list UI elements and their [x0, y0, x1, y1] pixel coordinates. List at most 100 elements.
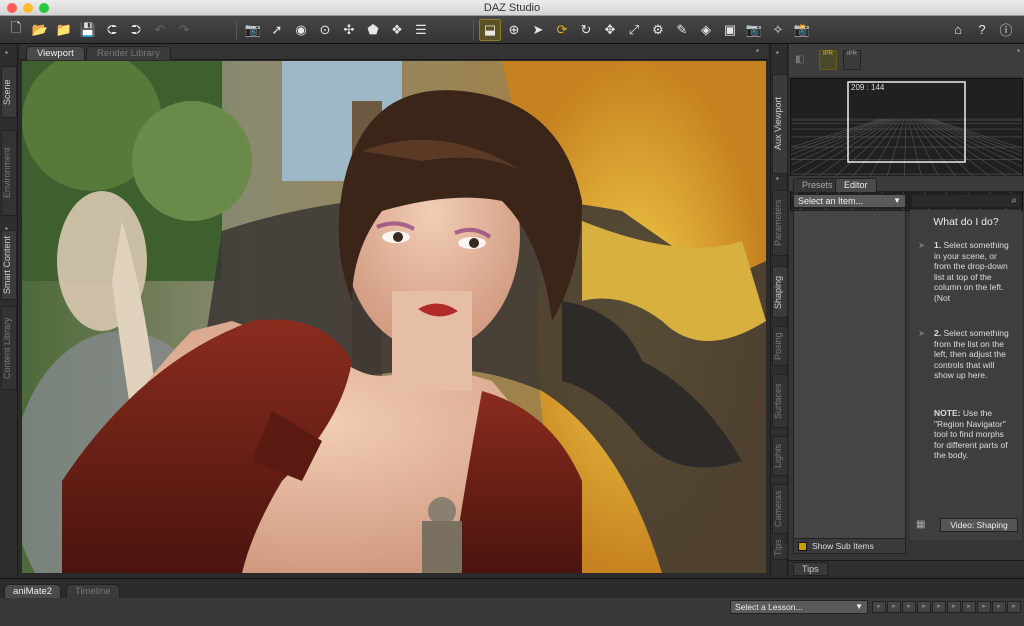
pane-options-icon[interactable]: ▪ [756, 46, 759, 55]
tab-label: Lights [773, 443, 783, 469]
viewport-render[interactable] [22, 61, 766, 573]
whats-this-icon[interactable]: ? [971, 19, 993, 41]
save-icon[interactable]: 💾 [77, 19, 99, 41]
step-text: Select something in your scene, or from … [934, 240, 1009, 303]
merge-icon[interactable]: 📁 [53, 19, 75, 41]
tab-animate2[interactable]: aniMate2 [4, 584, 62, 598]
universal-tool-icon[interactable]: ⬓ [479, 18, 501, 41]
new-file-icon[interactable]: 🗋 [5, 19, 27, 41]
right-tab-tips[interactable]: Tips [772, 539, 788, 560]
pane-options-icon[interactable]: ▪ [5, 224, 8, 233]
step-number: 2. [934, 328, 942, 338]
toolbar-separator [473, 19, 474, 40]
right-tab-shaping[interactable]: Shaping [772, 266, 788, 318]
note-label: NOTE: [934, 408, 961, 418]
lesson-nav-button[interactable]: ▸ [917, 601, 931, 613]
tab-label: Tips [773, 539, 783, 556]
export-icon[interactable]: ⮊ [125, 19, 147, 41]
select-item-dropdown[interactable]: Select an Item... ▼ [793, 194, 906, 208]
scale-tool-icon[interactable]: ⤢ [623, 19, 645, 41]
new-spotlight-icon[interactable]: ◉ [290, 19, 312, 41]
lesson-nav-button[interactable]: ▸ [932, 601, 946, 613]
lesson-nav-button[interactable]: ▸ [992, 601, 1006, 613]
pane-options-icon[interactable]: ▪ [776, 174, 779, 183]
pane-options-icon[interactable]: ▪ [5, 48, 8, 57]
show-sub-items-checkbox[interactable]: Show Sub Items [793, 538, 906, 554]
undo-icon[interactable]: ↶ [149, 19, 171, 41]
right-tab-surfaces[interactable]: Surfaces [772, 374, 788, 428]
item-list[interactable] [793, 210, 906, 540]
translate-tool-icon[interactable]: ✥ [599, 19, 621, 41]
toolbar-separator [236, 19, 237, 40]
left-tab-smart-content[interactable]: Smart Content [1, 230, 17, 300]
left-tab-scene[interactable]: Scene [1, 66, 17, 118]
joint-editor-icon[interactable]: ⚙ [647, 19, 669, 41]
viewport-tabs: Viewport Render Library [20, 44, 768, 60]
camera-snapshot-icon[interactable]: 📷 [743, 19, 765, 41]
pointer-tool-icon[interactable]: ➤ [527, 19, 549, 41]
title-bar: DAZ Studio [0, 0, 1024, 16]
tips-tab[interactable]: Tips [793, 562, 828, 576]
right-tab-posing[interactable]: Posing [772, 326, 788, 366]
video-icon: ▦ [916, 519, 926, 530]
new-null-icon[interactable]: ✣ [338, 19, 360, 41]
rotate-tool-icon[interactable]: ↻ [575, 19, 597, 41]
ipr-toggle-1[interactable]: IPR [819, 50, 837, 70]
spot-render-icon[interactable]: ▣ [719, 19, 741, 41]
left-tab-content-library[interactable]: Content Library [1, 306, 17, 390]
open-icon[interactable]: 📂 [29, 19, 51, 41]
region-navigator-icon[interactable]: ✧ [767, 19, 789, 41]
pane-options-icon[interactable]: ▪ [776, 48, 779, 57]
right-panel-tabs: Aux Viewport Parameters Shaping Posing Surfa… [770, 44, 788, 576]
search-icon: ⌕ [1011, 195, 1017, 206]
right-tab-parameters[interactable]: Parameters [772, 190, 788, 256]
pane-options-icon[interactable]: ▪ [1017, 46, 1020, 55]
new-group-icon[interactable]: ❖ [386, 19, 408, 41]
new-camera-icon[interactable]: 📷 [242, 19, 264, 41]
left-panel-tabs: Scene Environment Smart Content Content Lib… [0, 44, 18, 576]
new-primitive-icon[interactable]: ⬟ [362, 19, 384, 41]
lesson-nav-button[interactable]: ▸ [962, 601, 976, 613]
surface-selection-icon[interactable]: ◈ [695, 19, 717, 41]
render-settings-icon[interactable]: ☰ [410, 19, 432, 41]
aux-camera-icon[interactable]: ◧ [795, 54, 804, 65]
arrow-icon: ➤ [918, 240, 926, 250]
help-icon[interactable]: ⓘ [995, 19, 1017, 41]
right-tab-aux-viewport[interactable]: Aux Viewport [772, 74, 788, 174]
redo-icon[interactable]: ↷ [173, 19, 195, 41]
lesson-nav-button[interactable]: ▸ [887, 601, 901, 613]
video-shaping-button[interactable]: Video: Shaping [940, 518, 1018, 532]
right-tab-cameras[interactable]: Cameras [772, 484, 788, 534]
active-pose-icon[interactable]: ⟳ [551, 19, 573, 41]
tab-label: Aux Viewport [773, 97, 783, 151]
tab-viewport[interactable]: Viewport [26, 46, 85, 60]
tab-render-library[interactable]: Render Library [86, 46, 171, 60]
lesson-dropdown[interactable]: Select a Lesson... ▼ [730, 600, 868, 614]
lesson-nav-button[interactable]: ▸ [977, 601, 991, 613]
lesson-nav-button[interactable]: ▸ [872, 601, 886, 613]
main-toolbar: 🗋 📂 📁 💾 ⮈ ⮊ ↶ ↷ 📷 ➚ ◉ ⊙ ✣ ⬟ ❖ ☰ ⬓ ⊕ ➤ ⟳ ↻ ✥ ⤢ ⚙ ✎ ◈ ▣ 📷 ✧ 📸 ⌂? ⓘ [0, 16, 1024, 44]
right-tab-lights[interactable]: Lights [772, 436, 788, 476]
tab-label: Posing [773, 332, 783, 360]
render-icon[interactable]: 📸 [791, 19, 813, 41]
home-icon[interactable]: ⌂ [947, 19, 969, 41]
tab-label: Parameters [773, 199, 783, 247]
lesson-nav-button[interactable]: ▸ [947, 601, 961, 613]
left-tab-environment[interactable]: Environment [1, 130, 17, 216]
help-search-input[interactable]: ⌕ [911, 194, 1021, 208]
tab-editor[interactable]: Editor [835, 178, 877, 192]
tab-label: Smart Content [2, 235, 12, 295]
daz-studio-window: DAZ Studio 🗋 📂 📁 💾 ⮈ ⮊ ↶ ↷ 📷 ➚ ◉ ⊙ ✣ ⬟ ❖ ☰ ⬓ ⊕ ➤ ⟳ ↻ ✥ ⤢ ⚙ ✎ ◈ ▣ 📷 ✧… [0, 0, 1024, 626]
ipr-toggle-2[interactable]: IPR [843, 50, 861, 70]
new-point-light-icon[interactable]: ⊙ [314, 19, 336, 41]
chevron-down-icon: ▼ [893, 196, 901, 205]
node-selection-icon[interactable]: ⊕ [503, 19, 525, 41]
lesson-nav-button[interactable]: ▸ [902, 601, 916, 613]
tab-label: Environment [2, 147, 12, 199]
lesson-nav-button[interactable]: ▸ [1007, 601, 1021, 613]
new-distant-light-icon[interactable]: ➚ [266, 19, 288, 41]
tab-timeline[interactable]: Timeline [66, 584, 120, 598]
import-icon[interactable]: ⮈ [101, 19, 123, 41]
geometry-editor-icon[interactable]: ✎ [671, 19, 693, 41]
bottom-dock: aniMate2 Timeline Select a Lesson... ▼ ▸ ▸ ▸… [0, 578, 1024, 626]
